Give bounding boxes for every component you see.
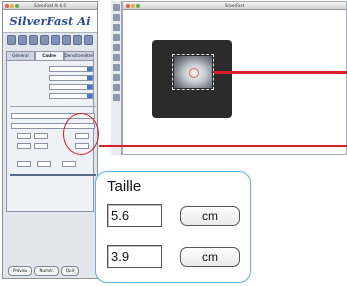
resolution-slider[interactable] [10,174,96,176]
scale-field[interactable] [34,133,48,139]
frame-icon[interactable] [112,34,120,41]
scale-height-field[interactable] [34,143,48,149]
tab-densitometre[interactable]: Densitomètre [63,51,95,61]
expert-icon[interactable] [73,35,82,45]
divider [10,106,96,107]
panel-bottom-buttons: Prévisu Numér. Quit [8,266,80,276]
rotate-icon[interactable] [112,14,120,21]
original-width-field[interactable] [17,133,31,139]
help-icon[interactable] [112,94,120,101]
highlight-ellipse [63,113,99,155]
scan-icon[interactable] [7,35,16,45]
setting-row [9,84,93,91]
size-zoom-callout: Taille 5.6 cm 3.9 cm [95,171,251,283]
scan-mode-row [9,66,93,73]
filter-select[interactable] [49,75,93,81]
preview-window-controls[interactable] [126,3,141,10]
preview-title: SilverFast [224,3,245,8]
pipette-icon[interactable] [112,54,120,61]
zoom-icon[interactable] [112,4,120,11]
flip-icon[interactable] [112,24,120,31]
frame-row [9,93,93,100]
tab-cadre[interactable]: Cadre [34,51,64,61]
highlight-line-top [214,71,347,74]
scan-button[interactable]: Numér. [34,266,59,276]
color-icon[interactable] [112,64,120,71]
dust-icon[interactable] [62,35,71,45]
width-unit-button[interactable]: cm [180,206,240,226]
info-icon[interactable] [112,84,120,91]
original-height-field[interactable] [17,143,31,149]
silverfast-logo: SilverFast Ai [3,10,97,33]
preview-titlebar: SilverFast [123,2,346,10]
setting-select[interactable] [49,84,93,90]
panel-title: SilverFast Ai 6.0 [33,3,67,8]
highlight-line-bottom [99,145,347,147]
frame-select[interactable] [49,93,93,99]
window-controls[interactable] [5,3,20,10]
height-unit-button[interactable]: cm [180,247,240,267]
settings-icon[interactable] [84,35,93,45]
prescan-button[interactable]: Prévisu [8,266,33,276]
resolution-field[interactable] [17,161,31,167]
filter-row [9,75,93,82]
tool-icons-row [3,33,97,49]
width-field[interactable]: 5.6 [107,204,162,227]
panel-titlebar: SilverFast Ai 6.0 [3,2,97,10]
ruler-icon[interactable] [112,44,120,51]
grid-icon[interactable] [112,74,120,81]
quit-button[interactable]: Quit [60,266,80,276]
panel-tabs: Général Cadre Densitomètre [6,51,95,61]
size-label: Taille [107,178,142,195]
file-size-field[interactable] [62,161,76,167]
frame-center-marker [189,68,199,78]
tab-general[interactable]: Général [6,51,35,61]
scan-mode-select[interactable] [49,66,93,72]
sharpen-icon[interactable] [51,35,60,45]
color-correction-icon[interactable] [40,35,49,45]
height-field[interactable]: 3.9 [107,245,162,268]
gradation-icon[interactable] [29,35,38,45]
quality-field[interactable] [37,161,51,167]
film-slide [152,40,232,118]
preview-toolbar [111,1,122,155]
histogram-icon[interactable] [18,35,27,45]
